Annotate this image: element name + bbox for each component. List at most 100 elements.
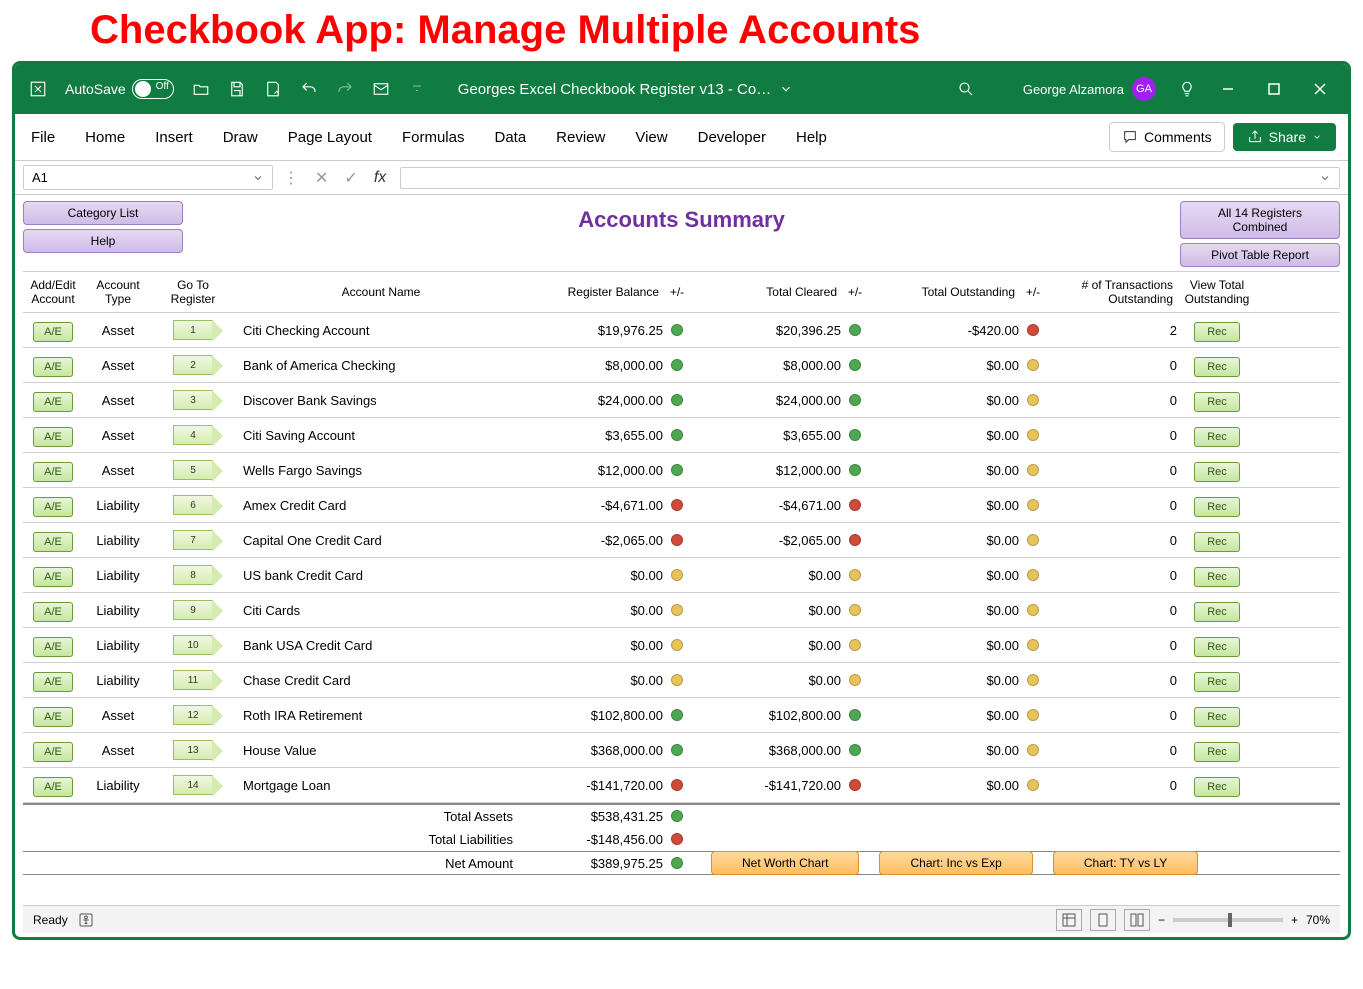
add-edit-button[interactable]: A/E xyxy=(33,322,73,342)
status-dot xyxy=(1027,744,1039,756)
goto-register-button[interactable]: 7 xyxy=(173,530,213,550)
tab-file[interactable]: File xyxy=(27,123,59,152)
tab-data[interactable]: Data xyxy=(490,123,530,152)
add-edit-button[interactable]: A/E xyxy=(33,427,73,447)
goto-register-button[interactable]: 5 xyxy=(173,460,213,480)
close-button[interactable] xyxy=(1300,69,1340,109)
add-edit-button[interactable]: A/E xyxy=(33,532,73,552)
user-account[interactable]: George Alzamora GA xyxy=(1023,77,1156,101)
goto-register-button[interactable]: 9 xyxy=(173,600,213,620)
open-icon[interactable] xyxy=(186,74,216,104)
chevron-down-icon xyxy=(779,82,793,96)
tab-formulas[interactable]: Formulas xyxy=(398,123,469,152)
qat-dropdown-icon[interactable] xyxy=(402,74,432,104)
help-button[interactable]: Help xyxy=(23,229,183,253)
comments-button[interactable]: Comments xyxy=(1109,122,1225,152)
rec-button[interactable]: Rec xyxy=(1194,462,1240,482)
autosave-toggle[interactable]: AutoSave xyxy=(59,79,180,99)
networth-chart-button[interactable]: Net Worth Chart xyxy=(711,851,859,875)
goto-register-button[interactable]: 10 xyxy=(173,635,213,655)
more-icon[interactable]: ⋮ xyxy=(277,168,305,188)
save-icon[interactable] xyxy=(222,74,252,104)
inc-vs-exp-chart-button[interactable]: Chart: Inc vs Exp xyxy=(879,851,1032,875)
undo-icon[interactable] xyxy=(294,74,324,104)
rec-button[interactable]: Rec xyxy=(1194,707,1240,727)
tab-help[interactable]: Help xyxy=(792,123,831,152)
ty-vs-ly-chart-button[interactable]: Chart: TY vs LY xyxy=(1053,851,1198,875)
goto-register-button[interactable]: 11 xyxy=(173,670,213,690)
tab-draw[interactable]: Draw xyxy=(219,123,262,152)
cancel-icon[interactable]: ✕ xyxy=(309,168,334,188)
rec-button[interactable]: Rec xyxy=(1194,497,1240,517)
goto-register-button[interactable]: 2 xyxy=(173,355,213,375)
goto-register-button[interactable]: 14 xyxy=(173,775,213,795)
goto-register-button[interactable]: 12 xyxy=(173,705,213,725)
redo-icon[interactable] xyxy=(330,74,360,104)
summary-title: Accounts Summary xyxy=(183,201,1180,233)
account-name: Citi Saving Account xyxy=(233,428,523,443)
rec-button[interactable]: Rec xyxy=(1194,427,1240,447)
maximize-button[interactable] xyxy=(1254,69,1294,109)
goto-register-button[interactable]: 6 xyxy=(173,495,213,515)
toggle-switch[interactable] xyxy=(132,79,174,99)
rec-button[interactable]: Rec xyxy=(1194,322,1240,342)
add-edit-button[interactable]: A/E xyxy=(33,357,73,377)
combined-registers-button[interactable]: All 14 Registers Combined xyxy=(1180,201,1340,239)
goto-register-button[interactable]: 4 xyxy=(173,425,213,445)
enter-icon[interactable]: ✓ xyxy=(338,168,363,188)
tab-review[interactable]: Review xyxy=(552,123,609,152)
rec-button[interactable]: Rec xyxy=(1194,392,1240,412)
add-edit-button[interactable]: A/E xyxy=(33,602,73,622)
search-icon[interactable] xyxy=(951,74,981,104)
saveas-icon[interactable] xyxy=(258,74,288,104)
mail-icon[interactable] xyxy=(366,74,396,104)
goto-register-button[interactable]: 13 xyxy=(173,740,213,760)
add-edit-button[interactable]: A/E xyxy=(33,637,73,657)
add-edit-button[interactable]: A/E xyxy=(33,462,73,482)
tab-developer[interactable]: Developer xyxy=(694,123,770,152)
page-heading: Checkbook App: Manage Multiple Accounts xyxy=(0,0,1363,61)
header-cleared: Total Cleared xyxy=(691,283,841,301)
rec-button[interactable]: Rec xyxy=(1194,777,1240,797)
pivot-report-button[interactable]: Pivot Table Report xyxy=(1180,243,1340,267)
tab-insert[interactable]: Insert xyxy=(151,123,197,152)
tab-home[interactable]: Home xyxy=(81,123,129,152)
add-edit-button[interactable]: A/E xyxy=(33,567,73,587)
rec-button[interactable]: Rec xyxy=(1194,637,1240,657)
lightbulb-icon[interactable] xyxy=(1172,74,1202,104)
status-dot xyxy=(849,709,861,721)
tab-page-layout[interactable]: Page Layout xyxy=(284,123,376,152)
document-title[interactable]: Georges Excel Checkbook Register v13 - C… xyxy=(458,81,793,98)
zoom-slider[interactable] xyxy=(1173,918,1283,922)
category-list-button[interactable]: Category List xyxy=(23,201,183,225)
account-name: Bank of America Checking xyxy=(233,358,523,373)
rec-button[interactable]: Rec xyxy=(1194,602,1240,622)
add-edit-button[interactable]: A/E xyxy=(33,672,73,692)
add-edit-button[interactable]: A/E xyxy=(33,707,73,727)
page-layout-view-button[interactable] xyxy=(1090,909,1116,931)
zoom-in-button[interactable]: + xyxy=(1291,913,1298,927)
zoom-level[interactable]: 70% xyxy=(1306,913,1330,927)
normal-view-button[interactable] xyxy=(1056,909,1082,931)
accessibility-icon[interactable] xyxy=(78,912,94,928)
rec-button[interactable]: Rec xyxy=(1194,532,1240,552)
rec-button[interactable]: Rec xyxy=(1194,357,1240,377)
goto-register-button[interactable]: 1 xyxy=(173,320,213,340)
zoom-out-button[interactable]: − xyxy=(1158,913,1165,927)
tab-view[interactable]: View xyxy=(631,123,671,152)
add-edit-button[interactable]: A/E xyxy=(33,777,73,797)
share-button[interactable]: Share xyxy=(1233,123,1336,151)
formula-input[interactable] xyxy=(400,167,1340,189)
goto-register-button[interactable]: 8 xyxy=(173,565,213,585)
add-edit-button[interactable]: A/E xyxy=(33,497,73,517)
add-edit-button[interactable]: A/E xyxy=(33,742,73,762)
fx-icon[interactable]: fx xyxy=(368,169,392,187)
rec-button[interactable]: Rec xyxy=(1194,672,1240,692)
rec-button[interactable]: Rec xyxy=(1194,742,1240,762)
goto-register-button[interactable]: 3 xyxy=(173,390,213,410)
minimize-button[interactable] xyxy=(1208,69,1248,109)
rec-button[interactable]: Rec xyxy=(1194,567,1240,587)
name-box[interactable]: A1 xyxy=(23,165,273,190)
add-edit-button[interactable]: A/E xyxy=(33,392,73,412)
page-break-view-button[interactable] xyxy=(1124,909,1150,931)
